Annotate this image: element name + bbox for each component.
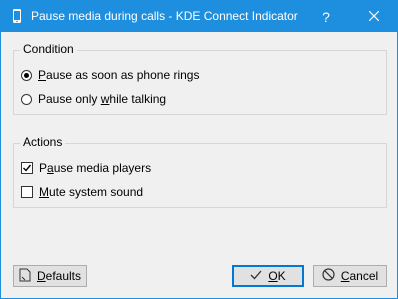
title-bar[interactable]: Pause media during calls - KDE Connect I… bbox=[1, 1, 397, 32]
defaults-label: Defaults bbox=[36, 269, 82, 283]
radio-pause-while-talking[interactable]: Pause only while talking bbox=[21, 91, 166, 107]
close-button[interactable] bbox=[351, 1, 397, 32]
cancel-label: Cancel bbox=[340, 269, 379, 283]
kde-connect-icon bbox=[9, 8, 25, 24]
window-title: Pause media during calls - KDE Connect I… bbox=[31, 9, 298, 23]
dialog-window: Pause media during calls - KDE Connect I… bbox=[0, 0, 398, 299]
radio-label: Pause as soon as phone rings bbox=[38, 68, 200, 82]
actions-group-title: Actions bbox=[20, 135, 66, 149]
check-icon bbox=[23, 164, 32, 172]
condition-group: Condition Pause as soon as phone rings P… bbox=[13, 42, 387, 115]
defaults-button[interactable]: Defaults bbox=[13, 265, 87, 287]
cancel-icon bbox=[322, 268, 335, 284]
checkbox-checked[interactable] bbox=[21, 162, 33, 174]
checkbox-mute-system-sound[interactable]: Mute system sound bbox=[21, 184, 143, 200]
close-icon bbox=[368, 10, 380, 24]
cancel-button[interactable]: Cancel bbox=[313, 265, 387, 287]
radio-button-selected[interactable] bbox=[21, 69, 32, 81]
help-icon: ? bbox=[322, 8, 330, 25]
checkbox-label: Mute system sound bbox=[39, 185, 144, 199]
checkbox-label: Pause media players bbox=[39, 161, 152, 175]
help-button[interactable]: ? bbox=[303, 1, 349, 32]
actions-group: Actions Pause media players Mute system … bbox=[13, 135, 387, 208]
ok-button[interactable]: OK bbox=[232, 265, 304, 287]
radio-button-unselected[interactable] bbox=[21, 93, 32, 105]
radio-label: Pause only while talking bbox=[38, 92, 167, 106]
checkbox-pause-media-players[interactable]: Pause media players bbox=[21, 160, 151, 176]
condition-group-title: Condition bbox=[20, 42, 77, 56]
check-icon bbox=[250, 269, 262, 283]
ok-label: OK bbox=[268, 269, 286, 283]
radio-pause-on-ring[interactable]: Pause as soon as phone rings bbox=[21, 67, 199, 83]
document-revert-icon bbox=[19, 268, 31, 285]
checkbox-unchecked[interactable] bbox=[21, 186, 33, 198]
